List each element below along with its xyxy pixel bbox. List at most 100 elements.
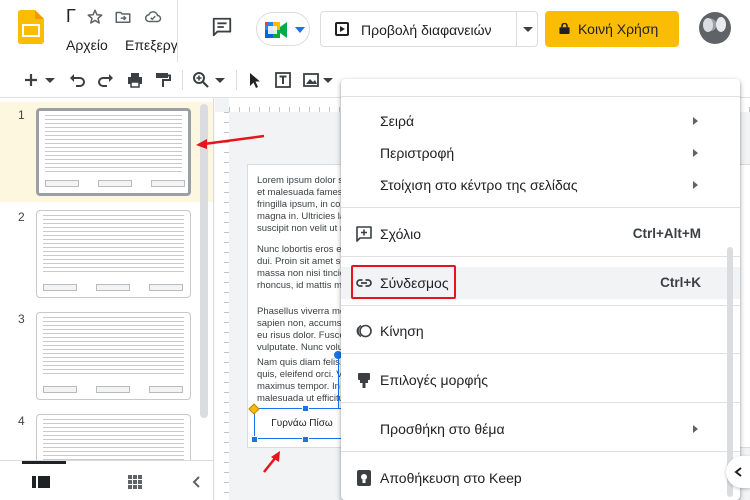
active-view-indicator xyxy=(22,461,66,464)
zoom-dropdown-icon[interactable] xyxy=(214,71,226,89)
thumb-button xyxy=(149,284,183,291)
slide-text-preview xyxy=(45,115,182,173)
menu-item-comment[interactable]: Σχόλιο Ctrl+Alt+M xyxy=(341,218,740,250)
chevron-down-icon xyxy=(295,27,305,33)
toolbar-separator xyxy=(182,70,183,90)
menu-item-order[interactable]: Σειρά xyxy=(341,105,740,137)
menu-item-shortcut: Ctrl+K xyxy=(660,275,701,290)
menu-separator xyxy=(341,256,740,257)
header-divider xyxy=(177,0,178,62)
filmstrip-footer xyxy=(0,460,213,500)
submenu-arrow-icon xyxy=(693,117,698,125)
format-options-icon xyxy=(358,373,370,388)
slide-number: 4 xyxy=(18,414,25,428)
menu-item-label: Κίνηση xyxy=(380,323,424,339)
image-dropdown-icon[interactable] xyxy=(322,71,334,89)
chevron-left-icon xyxy=(734,467,742,477)
user-avatar[interactable] xyxy=(699,12,731,44)
document-title[interactable]: Γ xyxy=(66,6,76,27)
zoom-icon[interactable] xyxy=(192,71,210,89)
slide-filmstrip: 1 2 3 4 xyxy=(0,98,214,500)
slide-text-preview xyxy=(43,317,184,375)
slide-thumbnail-2[interactable] xyxy=(36,210,191,298)
slide-number: 3 xyxy=(18,312,25,326)
insert-image-icon[interactable] xyxy=(302,71,320,89)
new-slide-dropdown-icon[interactable] xyxy=(44,71,56,89)
keep-icon xyxy=(357,470,371,486)
thumb-button xyxy=(98,180,132,187)
menu-item-label: Περιστροφή xyxy=(380,145,455,161)
menu-item-label: Σειρά xyxy=(380,113,415,129)
thumb-button xyxy=(45,180,79,187)
menu-item-label: Προσθήκη στο θέμα xyxy=(380,421,505,437)
meet-icon xyxy=(265,22,287,38)
animation-icon xyxy=(356,324,372,338)
menu-item-center-on-page[interactable]: Στοίχιση στο κέντρο της σελίδας xyxy=(341,169,740,201)
menu-separator xyxy=(341,402,740,403)
menu-file[interactable]: Αρχείο xyxy=(66,37,108,53)
meet-button[interactable] xyxy=(256,12,310,46)
slides-logo-icon[interactable] xyxy=(18,10,44,44)
cloud-status-icon[interactable] xyxy=(144,8,162,26)
thumb-button xyxy=(43,386,77,393)
slide-number: 2 xyxy=(18,210,25,224)
menu-item-format-options[interactable]: Επιλογές μορφής xyxy=(341,364,740,396)
print-icon[interactable] xyxy=(126,71,144,89)
filmstrip-scrollbar[interactable] xyxy=(200,104,208,418)
thumb-button xyxy=(149,386,183,393)
text-box-icon[interactable] xyxy=(274,71,292,89)
lock-icon xyxy=(559,23,570,34)
submenu-arrow-icon xyxy=(693,149,698,157)
thumb-button xyxy=(151,180,185,187)
vertical-ruler[interactable] xyxy=(215,112,229,500)
menu-edit[interactable]: Επεξεργασία xyxy=(125,37,177,53)
slide-thumbnail-1[interactable] xyxy=(36,108,191,196)
select-cursor-icon[interactable] xyxy=(246,71,264,89)
slideshow-button[interactable]: Προβολή διαφανειών xyxy=(320,11,517,47)
slide-thumbnail-3[interactable] xyxy=(36,312,191,400)
slide-text-preview xyxy=(43,215,184,273)
slides-app: Γ Αρχείο Επεξεργασία xyxy=(0,0,750,500)
slideshow-options-dropdown[interactable] xyxy=(516,11,538,47)
submenu-arrow-icon xyxy=(693,425,698,433)
move-folder-icon[interactable] xyxy=(114,8,132,26)
slideshow-label: Προβολή διαφανειών xyxy=(361,22,492,38)
slide-number: 1 xyxy=(18,108,25,122)
menu-item-label: Σχόλιο xyxy=(380,226,422,242)
star-icon[interactable] xyxy=(86,8,104,26)
collapse-filmstrip-icon[interactable] xyxy=(188,473,206,491)
menu-item-label: Στοίχιση στο κέντρο της σελίδας xyxy=(380,177,578,193)
filmstrip-view-icon[interactable] xyxy=(32,476,50,488)
menu-item-animation[interactable]: Κίνηση xyxy=(341,315,740,347)
menu-separator xyxy=(341,451,740,452)
grid-view-icon[interactable] xyxy=(128,475,142,489)
share-label: Κοινή Χρήση xyxy=(578,21,659,37)
add-comment-icon xyxy=(356,226,372,242)
side-panel-toggle[interactable] xyxy=(726,456,750,488)
thumb-button xyxy=(43,284,77,291)
annotation-highlight-box xyxy=(351,265,456,299)
new-slide-icon[interactable] xyxy=(22,71,40,89)
undo-icon[interactable] xyxy=(68,71,86,89)
menu-separator xyxy=(341,353,740,354)
play-icon xyxy=(335,22,349,36)
app-header: Γ Αρχείο Επεξεργασία xyxy=(0,0,750,62)
context-menu: Σειρά Περιστροφή Στοίχιση στο κέντρο της… xyxy=(341,79,740,500)
menu-item-label: Επιλογές μορφής xyxy=(380,372,488,388)
menu-item-rotate[interactable]: Περιστροφή xyxy=(341,137,740,169)
menu-separator xyxy=(341,305,740,306)
menu-separator xyxy=(341,96,740,97)
submenu-arrow-icon xyxy=(693,181,698,189)
toolbar-separator xyxy=(236,70,237,90)
menu-item-save-to-keep[interactable]: Αποθήκευση στο Keep xyxy=(341,462,740,494)
menu-separator xyxy=(341,207,740,208)
share-button[interactable]: Κοινή Χρήση xyxy=(545,11,679,47)
menu-item-shortcut: Ctrl+Alt+M xyxy=(632,226,701,241)
redo-icon[interactable] xyxy=(97,71,115,89)
paint-format-icon[interactable] xyxy=(154,71,172,89)
annotation-arrow-icon xyxy=(263,451,280,473)
comment-history-icon[interactable] xyxy=(211,16,233,38)
menu-item-add-to-theme[interactable]: Προσθήκη στο θέμα xyxy=(341,413,740,445)
annotation-arrow-icon xyxy=(196,134,265,149)
thumb-button xyxy=(96,284,130,291)
